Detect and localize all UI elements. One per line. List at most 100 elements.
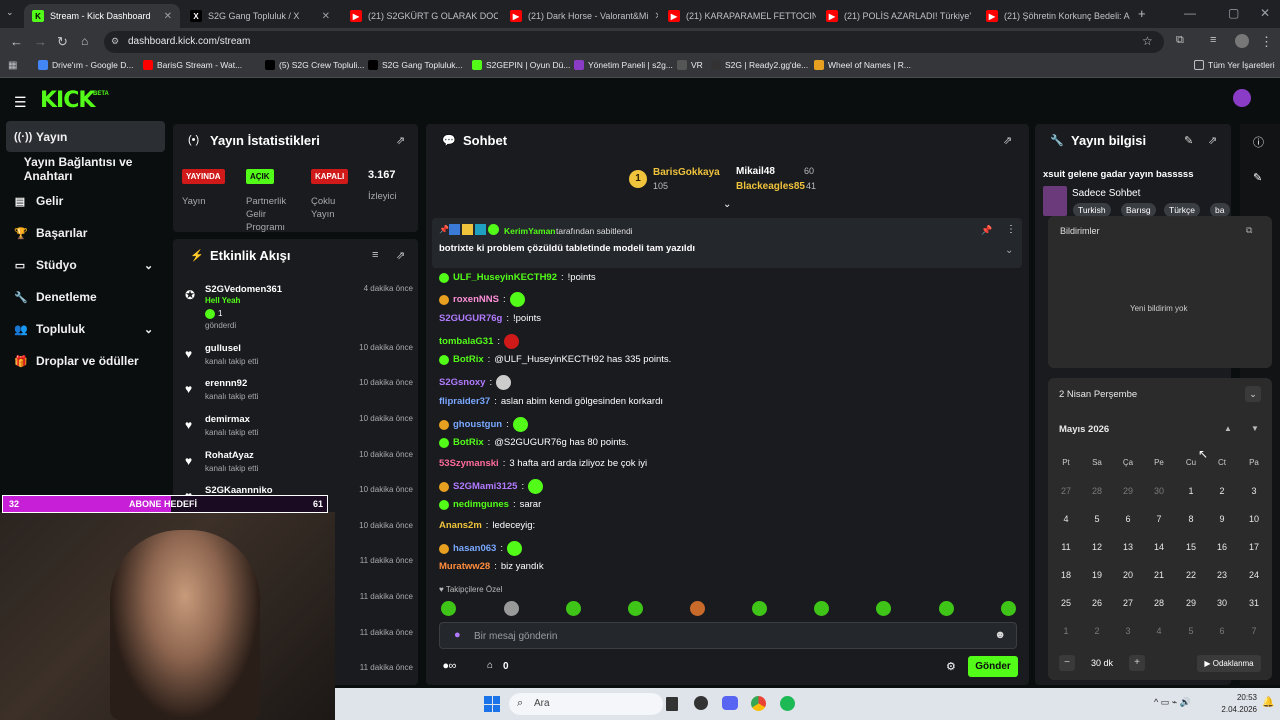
event-user[interactable]: demirmax <box>205 414 250 425</box>
rail-edit-icon[interactable]: ✎ <box>1253 171 1262 184</box>
expand-chevron-icon[interactable]: ⌄ <box>723 199 731 210</box>
taskbar-discord-icon[interactable] <box>722 696 738 710</box>
taskbar-date[interactable]: 2.04.2026 <box>1205 705 1257 714</box>
calendar-day[interactable]: 2 <box>1207 486 1237 496</box>
edit-pencil-icon[interactable]: ✎ <box>1184 134 1193 147</box>
stream-tag[interactable]: Türkçe <box>1164 203 1200 217</box>
taskbar-app-obs-icon[interactable] <box>694 696 708 710</box>
calendar-day[interactable]: 19 <box>1082 570 1112 580</box>
calendar-day[interactable]: 27 <box>1113 598 1143 608</box>
calendar-day[interactable]: 30 <box>1207 598 1237 608</box>
chat-username[interactable]: tombalaG31 <box>439 336 493 347</box>
notifications-settings-icon[interactable]: ⧉ <box>1246 225 1252 236</box>
bookmark-item[interactable]: (5) S2G Crew Topluli... <box>265 60 364 70</box>
calendar-day[interactable]: 10 <box>1239 514 1269 524</box>
event-user[interactable]: gullusel <box>205 343 241 354</box>
url-field[interactable]: dashboard.kick.com/stream <box>104 31 1164 53</box>
leader-3-name[interactable]: Blackeagles85 <box>736 181 805 192</box>
calendar-day[interactable]: 20 <box>1113 570 1143 580</box>
calendar-day[interactable]: 9 <box>1207 514 1237 524</box>
chat-username[interactable]: BotRix <box>453 437 484 448</box>
chat-username[interactable]: flipraider37 <box>439 396 490 407</box>
site-info-icon[interactable]: ⚙ <box>111 36 119 47</box>
chat-username[interactable]: Muratww28 <box>439 561 490 572</box>
stats-popout-icon[interactable]: ⇗ <box>396 134 405 147</box>
user-avatar[interactable] <box>1233 89 1251 107</box>
calendar-day[interactable]: 11 <box>1051 542 1081 552</box>
hamburger-menu-icon[interactable]: ☰ <box>14 94 27 111</box>
taskbar-time[interactable]: 20:53 <box>1219 693 1257 702</box>
info-icon[interactable]: ⓘ <box>1253 134 1264 150</box>
tab-4[interactable]: ▶ (21) KARAPARAMEL FETTOCINO ✕ <box>660 4 816 28</box>
event-user[interactable]: RohatAyaz <box>205 450 254 461</box>
chat-username[interactable]: BotRix <box>453 354 484 365</box>
sidebar-item-1[interactable]: Yayın Bağlantısı ve Anahtarı <box>4 155 154 183</box>
calendar-day[interactable]: 26 <box>1082 598 1112 608</box>
pinned-menu-icon[interactable]: ⋮ <box>1006 224 1016 235</box>
task-view-icon[interactable] <box>666 697 678 711</box>
reload-icon[interactable]: ↻ <box>57 34 68 50</box>
event-user[interactable]: S2GVedomen361 <box>205 284 282 295</box>
calendar-day[interactable]: 31 <box>1239 598 1269 608</box>
chat-username[interactable]: S2GMami3125 <box>453 481 517 492</box>
sidebar-item-7[interactable]: 🎁 Droplar ve ödüller <box>14 354 164 368</box>
tray-icons[interactable]: ^ ▭ ⌁ 🔊 <box>1154 697 1191 708</box>
calendar-day[interactable]: 12 <box>1082 542 1112 552</box>
minimize-icon[interactable]: — <box>1184 6 1196 20</box>
emote-quick-icon[interactable] <box>504 601 519 616</box>
tab-2[interactable]: ▶ (21) S2GKÜRT G OLARAK DOC ✕ <box>342 4 498 28</box>
next-month-icon[interactable]: ▼ <box>1251 424 1259 433</box>
close-tab-icon[interactable]: ✕ <box>654 11 658 22</box>
emote-quick-icon[interactable] <box>628 601 643 616</box>
calendar-day[interactable]: 18 <box>1051 570 1081 580</box>
sidebar-item-6[interactable]: 👥 Topluluk ⌄ <box>14 322 164 336</box>
calendar-day[interactable]: 13 <box>1113 542 1143 552</box>
calendar-day[interactable]: 5 <box>1176 626 1206 636</box>
sidebar-item-2[interactable]: ▤ Gelir <box>14 194 164 208</box>
calendar-day[interactable]: 28 <box>1082 486 1112 496</box>
calendar-day[interactable]: 15 <box>1176 542 1206 552</box>
chat-settings-icon[interactable]: ⚙ <box>946 660 956 673</box>
calendar-collapse-icon[interactable]: ⌄ <box>1245 386 1261 402</box>
chat-popout-icon[interactable]: ⇗ <box>1003 134 1012 147</box>
bookmark-item[interactable]: VR <box>677 60 703 70</box>
windows-start-icon[interactable] <box>484 696 500 712</box>
chat-username[interactable]: hasan063 <box>453 543 496 554</box>
store-icon[interactable]: ⌂ <box>487 660 493 671</box>
extensions-icon[interactable]: ⧉ <box>1176 34 1184 47</box>
bookmark-star-icon[interactable]: ☆ <box>1142 34 1153 48</box>
new-tab-button[interactable]: + <box>1138 6 1146 21</box>
emote-quick-icon[interactable] <box>441 601 456 616</box>
sidebar-item-0[interactable]: ((·)) Yayın <box>14 130 164 144</box>
calendar-day[interactable]: 1 <box>1176 486 1206 496</box>
tab-0[interactable]: K Stream - Kick Dashboard ✕ <box>24 4 180 28</box>
tab-3[interactable]: ▶ (21) Dark Horse - Valorant&Mi ✕ <box>502 4 658 28</box>
apps-grid-icon[interactable]: ▦ <box>8 60 17 71</box>
chat-username[interactable]: ULF_HuseyinKECTH92 <box>453 272 557 283</box>
calendar-day[interactable]: 27 <box>1051 486 1081 496</box>
calendar-day[interactable]: 5 <box>1082 514 1112 524</box>
bookmark-item[interactable]: BarisG Stream - Wat... <box>143 60 242 70</box>
category-name[interactable]: Sadece Sohbet <box>1072 188 1140 199</box>
focus-increase-button[interactable]: + <box>1129 655 1145 671</box>
calendar-day[interactable]: 1 <box>1051 626 1081 636</box>
bookmark-item[interactable]: Yönetim Paneli | s2g... <box>574 60 673 70</box>
calendar-day[interactable]: 22 <box>1176 570 1206 580</box>
taskbar-spotify-icon[interactable] <box>780 696 795 711</box>
filter-icon[interactable]: ≡ <box>372 249 378 261</box>
bookmark-item[interactable]: S2G | Ready2.gg'de... <box>711 60 808 70</box>
calendar-day[interactable]: 4 <box>1144 626 1174 636</box>
sidebar-item-4[interactable]: ▭ Stüdyo ⌄ <box>14 258 164 272</box>
stream-tag[interactable]: Turkish <box>1073 203 1111 217</box>
chat-username[interactable]: 53Szymanski <box>439 458 499 469</box>
prev-month-icon[interactable]: ▲ <box>1224 424 1232 433</box>
emote-quick-icon[interactable] <box>1001 601 1016 616</box>
chat-username[interactable]: nedimgunes <box>453 499 509 510</box>
close-tab-icon[interactable]: ✕ <box>164 11 172 22</box>
stream-info-popout-icon[interactable]: ⇗ <box>1208 134 1217 147</box>
leader-1-name[interactable]: BarisGokkaya <box>653 167 720 178</box>
calendar-month-label[interactable]: Mayıs 2026 <box>1059 424 1109 435</box>
emote-quick-icon[interactable] <box>752 601 767 616</box>
taskbar-search[interactable]: ⌕ Ara <box>509 693 663 715</box>
mic-icon[interactable]: ● <box>454 629 461 641</box>
